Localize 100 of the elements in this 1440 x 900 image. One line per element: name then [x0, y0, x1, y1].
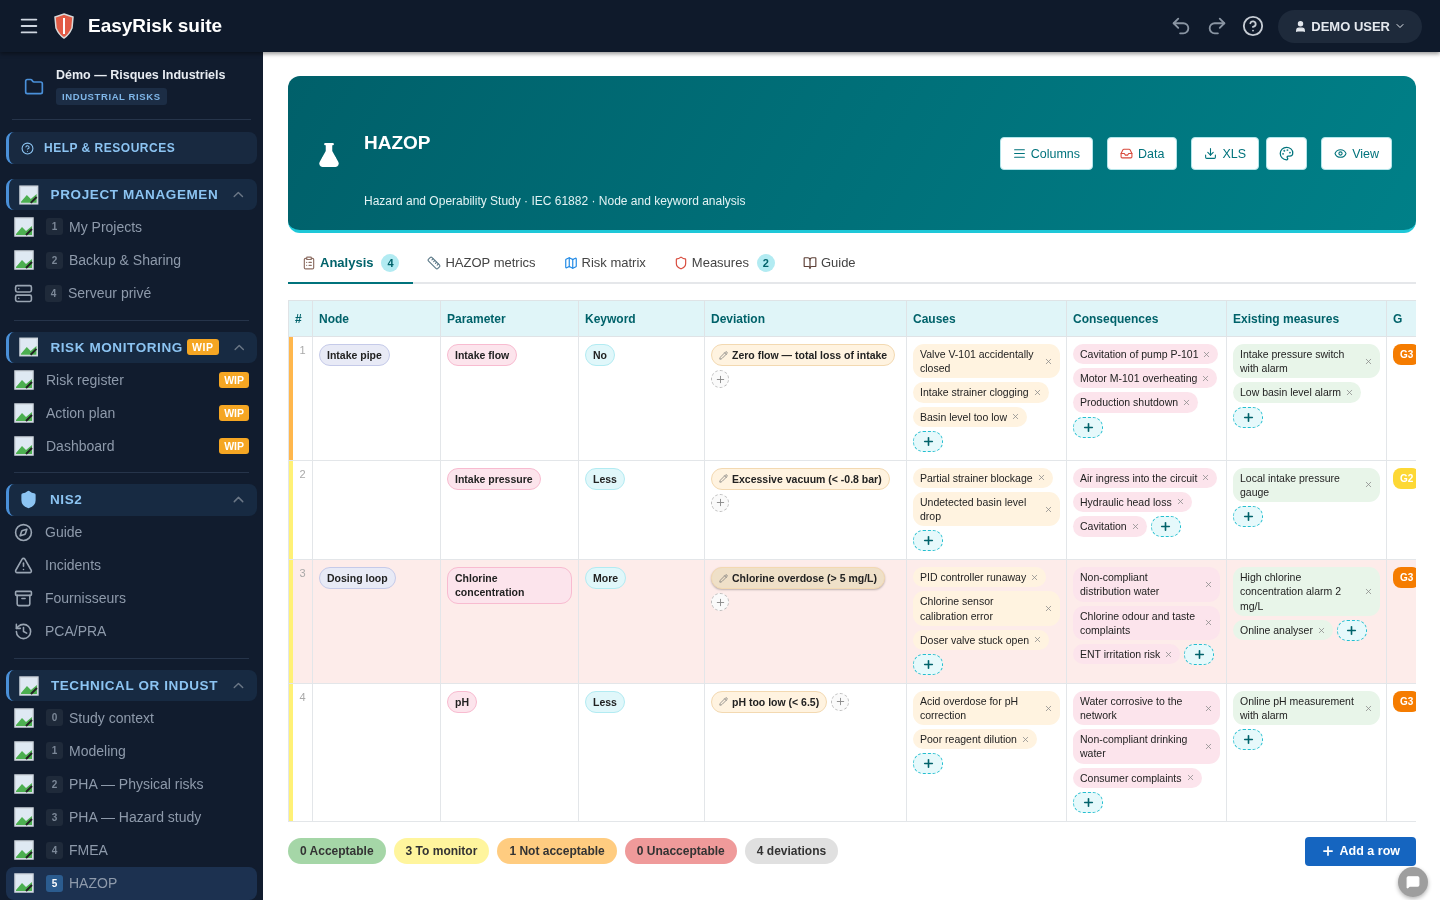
add-button[interactable]: [1336, 619, 1367, 641]
sidebar-item[interactable]: 1 My Projects: [6, 210, 257, 244]
tag-chip[interactable]: Cavitation of pump P-101: [1073, 344, 1219, 365]
remove-icon[interactable]: [1182, 397, 1192, 407]
help-button[interactable]: [1242, 15, 1265, 37]
add-button[interactable]: [913, 530, 943, 552]
remove-icon[interactable]: [1185, 773, 1195, 783]
sidebar-item[interactable]: Action plan WIP: [6, 396, 257, 430]
remove-icon[interactable]: [1201, 473, 1211, 483]
remove-icon[interactable]: [1010, 412, 1020, 422]
sidebar-item[interactable]: 2 PHA — Physical risks: [6, 767, 257, 801]
tag-chip[interactable]: Acid overdose for pH correction: [913, 690, 1060, 726]
tag-chip[interactable]: High chlorine concentration alarm 2 mg/L: [1233, 567, 1380, 616]
deviation-chip[interactable]: Chlorine overdose (> 5 mg/L): [711, 567, 885, 590]
remove-icon[interactable]: [1204, 579, 1213, 589]
tab[interactable]: Guide: [788, 243, 870, 284]
tag-chip[interactable]: Chlorine sensor calibration error: [913, 591, 1060, 626]
tag-chip[interactable]: Partial strainer blockage: [913, 467, 1053, 488]
remove-icon[interactable]: [1044, 703, 1053, 713]
remove-icon[interactable]: [1164, 649, 1174, 659]
add-button[interactable]: [831, 692, 850, 711]
sidebar-item[interactable]: Guide: [6, 515, 257, 549]
sidebar-item[interactable]: 0 Study context: [6, 701, 257, 735]
section-header[interactable]: NIS2: [6, 484, 257, 516]
sidebar-item[interactable]: Dashboard WIP: [6, 429, 257, 463]
remove-icon[interactable]: [1175, 497, 1185, 507]
add-button[interactable]: [1073, 416, 1103, 438]
remove-icon[interactable]: [1020, 734, 1030, 744]
add-button[interactable]: [1073, 791, 1103, 813]
remove-icon[interactable]: [1044, 604, 1053, 614]
remove-icon[interactable]: [1032, 387, 1042, 397]
tag-chip[interactable]: Consumer complaints: [1073, 767, 1202, 788]
remove-icon[interactable]: [1204, 703, 1213, 713]
remove-icon[interactable]: [1364, 480, 1373, 490]
toolbar-button[interactable]: [1266, 137, 1308, 170]
remove-icon[interactable]: [1201, 373, 1211, 383]
tag-chip[interactable]: Hydraulic head loss: [1073, 491, 1192, 513]
user-menu-button[interactable]: DEMO USER: [1278, 9, 1422, 43]
add-button[interactable]: [1184, 643, 1215, 665]
tab[interactable]: Risk matrix: [549, 243, 660, 284]
section-header[interactable]: TECHNICAL OR INDUST: [6, 670, 257, 702]
add-row-button[interactable]: Add a row: [1304, 836, 1416, 866]
remove-icon[interactable]: [1316, 625, 1326, 635]
tag-chip[interactable]: Production shutdown: [1073, 392, 1199, 413]
tag-chip[interactable]: Motor M-101 overheating: [1073, 368, 1218, 389]
tag-chip[interactable]: Air ingress into the circuit: [1073, 467, 1218, 488]
tag-chip[interactable]: Low basin level alarm: [1233, 382, 1361, 403]
sidebar-item[interactable]: 2 Backup & Sharing: [6, 243, 257, 277]
add-button[interactable]: [1150, 516, 1181, 538]
chat-button[interactable]: [1398, 867, 1428, 897]
remove-icon[interactable]: [1204, 618, 1213, 628]
remove-icon[interactable]: [1202, 349, 1212, 359]
tag-chip[interactable]: Intake pressure switch with alarm: [1233, 344, 1380, 379]
tab[interactable]: Measures 2: [659, 243, 789, 284]
toolbar-button[interactable]: Data: [1107, 137, 1178, 170]
section-header[interactable]: PROJECT MANAGEMEN: [6, 179, 257, 211]
tag-chip[interactable]: Chlorine odour and taste complaints: [1073, 605, 1220, 640]
sidebar-item[interactable]: 3 PHA — Hazard study: [6, 800, 257, 834]
add-button[interactable]: [1233, 729, 1263, 751]
remove-icon[interactable]: [1364, 356, 1373, 366]
deviation-chip[interactable]: pH too low (< 6.5): [711, 690, 828, 714]
add-button[interactable]: [711, 370, 729, 389]
remove-icon[interactable]: [1364, 586, 1373, 596]
remove-icon[interactable]: [1036, 473, 1046, 483]
tag-chip[interactable]: Undetected basin level drop: [913, 491, 1060, 527]
sidebar-item[interactable]: 5 HAZOP: [6, 866, 257, 900]
add-button[interactable]: [913, 653, 943, 675]
tag-chip[interactable]: Poor reagent dilution: [913, 729, 1037, 750]
sidebar-item[interactable]: 4 FMEA: [6, 833, 257, 867]
tag-chip[interactable]: Online analyser: [1233, 620, 1333, 641]
tab[interactable]: HAZOP metrics: [413, 243, 550, 284]
remove-icon[interactable]: [1130, 522, 1140, 531]
sidebar-item[interactable]: 4 Serveur privé: [6, 276, 257, 310]
sidebar-item[interactable]: Risk register WIP: [6, 363, 257, 397]
add-button[interactable]: [913, 753, 943, 775]
tag-chip[interactable]: Non-compliant distribution water: [1073, 567, 1220, 602]
sidebar-item[interactable]: Incidents: [6, 548, 257, 582]
sidebar-item[interactable]: PCA/PRA: [6, 614, 257, 649]
toolbar-button[interactable]: XLS: [1191, 137, 1260, 170]
tag-chip[interactable]: Non-compliant drinking water: [1073, 729, 1220, 764]
tag-chip[interactable]: Intake strainer clogging: [913, 382, 1049, 403]
add-button[interactable]: [711, 593, 729, 612]
tag-chip[interactable]: Water corrosive to the network: [1073, 690, 1220, 726]
deviation-chip[interactable]: Zero flow — total loss of intake: [711, 344, 896, 367]
toolbar-button[interactable]: View: [1321, 137, 1392, 170]
remove-icon[interactable]: [1364, 703, 1373, 713]
tab[interactable]: Analysis 4: [288, 243, 414, 284]
remove-icon[interactable]: [1344, 387, 1354, 397]
add-button[interactable]: [711, 493, 729, 512]
tag-chip[interactable]: PID controller runaway: [913, 567, 1047, 588]
remove-icon[interactable]: [1030, 572, 1040, 582]
section-header[interactable]: RISK MONITORING WIP: [6, 331, 257, 363]
tag-chip[interactable]: Local intake pressure gauge: [1233, 467, 1380, 503]
help-resources-button[interactable]: HELP & RESOURCES: [6, 132, 257, 165]
tag-chip[interactable]: Online pH measurement with alarm: [1233, 690, 1380, 726]
remove-icon[interactable]: [1044, 504, 1053, 514]
sidebar-item[interactable]: Fournisseurs: [6, 581, 257, 615]
sidebar-item[interactable]: 1 Modeling: [6, 734, 257, 768]
tag-chip[interactable]: Doser valve stuck open: [913, 629, 1050, 650]
deviation-chip[interactable]: Excessive vacuum (< -0.8 bar): [711, 467, 890, 490]
